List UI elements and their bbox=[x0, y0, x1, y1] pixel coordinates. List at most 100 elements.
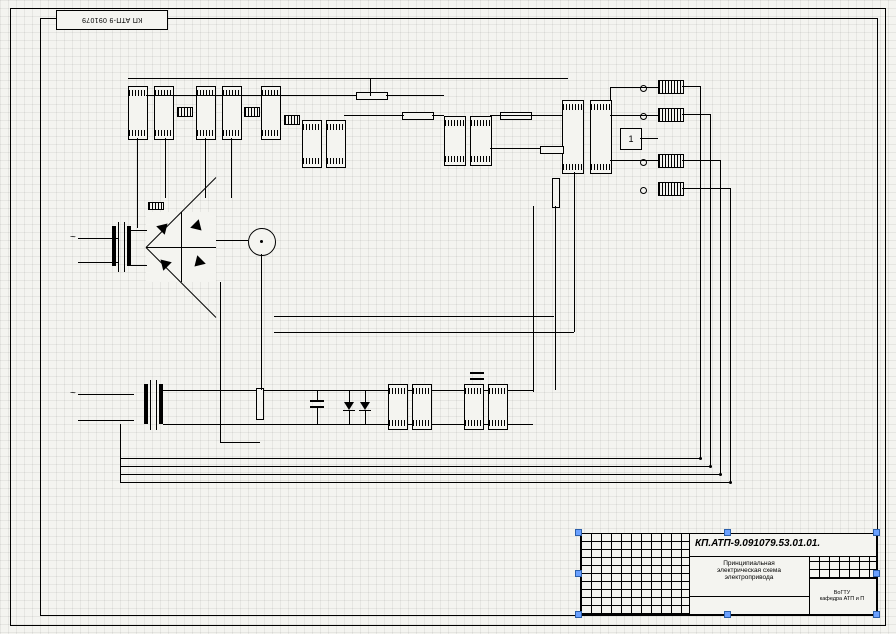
resistor-r4b bbox=[540, 146, 564, 154]
diode-lead1 bbox=[349, 390, 350, 402]
trafo2-core1 bbox=[150, 380, 151, 430]
diode-lead2b bbox=[365, 411, 366, 424]
selection-handle[interactable] bbox=[873, 529, 880, 536]
out-4 bbox=[658, 182, 684, 196]
wire-drop-a2 bbox=[165, 138, 166, 198]
drawing-code: КП.АТП-9.091079.53.01.01. bbox=[695, 538, 820, 549]
wire-return4 bbox=[120, 482, 730, 483]
cap-lead1 bbox=[317, 390, 318, 400]
wire-ac2-top bbox=[78, 394, 134, 395]
trafo1-sec bbox=[127, 226, 131, 266]
wire-fb3 bbox=[720, 160, 721, 474]
selection-handle[interactable] bbox=[724, 611, 731, 618]
titleblock-grid-left bbox=[581, 534, 689, 614]
block-f2 bbox=[412, 384, 432, 430]
wire-mid-right-v bbox=[574, 172, 575, 332]
block-c2 bbox=[326, 120, 346, 168]
wire-g-long bbox=[533, 206, 534, 384]
title-block[interactable]: КП.АТП-9.091079.53.01.01. Принципиальная… bbox=[580, 533, 877, 615]
wire-top-drop1 bbox=[370, 78, 371, 96]
wire-top-bus bbox=[128, 78, 568, 79]
wire-to-out1v bbox=[610, 87, 611, 100]
stamp-top-left: КП АТП-9 091079 bbox=[56, 10, 168, 30]
block-c1 bbox=[302, 120, 322, 168]
wire-mid1r bbox=[432, 115, 444, 116]
out-3 bbox=[658, 154, 684, 168]
wire-bridge-down bbox=[220, 282, 221, 442]
selection-handle[interactable] bbox=[873, 611, 880, 618]
wire-e-to-out3 bbox=[610, 160, 658, 161]
diode-lead1b bbox=[349, 411, 350, 424]
trafo1-core2 bbox=[124, 222, 125, 272]
wire-o1h bbox=[682, 86, 700, 87]
out-1 bbox=[658, 80, 684, 94]
wire-drop-a bbox=[137, 138, 138, 228]
selection-handle[interactable] bbox=[724, 529, 731, 536]
wire-ac2-bot bbox=[78, 420, 134, 421]
drawing-canvas: КП АТП-9 091079 bbox=[0, 0, 896, 634]
wire-return1 bbox=[120, 458, 700, 459]
titleblock-grid-right bbox=[809, 556, 876, 578]
trafo1-pri bbox=[112, 226, 116, 266]
wire-fb2 bbox=[710, 114, 711, 466]
wire-drop-a3 bbox=[205, 138, 206, 198]
resistor-shunt bbox=[256, 388, 264, 420]
resistor-r1 bbox=[356, 92, 388, 100]
diode-icon bbox=[344, 402, 354, 410]
cap2-top bbox=[470, 372, 484, 374]
trafo1-core1 bbox=[118, 222, 119, 272]
selection-handle[interactable] bbox=[575, 611, 582, 618]
node-fb3 bbox=[719, 473, 722, 476]
block-g2 bbox=[488, 384, 508, 430]
block-a1 bbox=[128, 86, 148, 140]
wire-return-up bbox=[120, 424, 121, 482]
coupling-pwr bbox=[148, 202, 164, 210]
block-g1 bbox=[464, 384, 484, 430]
drawing-title: Принципиальная электрическая схема элект… bbox=[693, 560, 805, 581]
node-o4 bbox=[640, 187, 647, 194]
wire-mid1 bbox=[344, 115, 404, 116]
coupling-b2 bbox=[284, 115, 300, 125]
resistor-r3 bbox=[500, 112, 532, 120]
out-2 bbox=[658, 108, 684, 122]
trafo2-core2 bbox=[156, 380, 157, 430]
node-fb4 bbox=[729, 481, 732, 484]
block-d2 bbox=[470, 116, 492, 166]
selection-handle[interactable] bbox=[575, 529, 582, 536]
wire-g-up bbox=[533, 384, 534, 392]
node-fb1 bbox=[699, 457, 702, 460]
wire-mid-long2 bbox=[274, 332, 574, 333]
resistor-r2 bbox=[402, 112, 434, 120]
selection-handle[interactable] bbox=[873, 570, 880, 577]
wire-top-bus2r bbox=[386, 95, 444, 96]
ac-source-icon-2: ~ bbox=[70, 388, 76, 399]
resistor-r4 bbox=[552, 178, 560, 208]
selection-handle[interactable] bbox=[575, 570, 582, 577]
logic-one: 1 bbox=[620, 128, 642, 150]
wire-e-long bbox=[555, 206, 556, 390]
node-motor bbox=[260, 240, 263, 243]
ac-source-icon: ~ bbox=[70, 232, 76, 243]
organization: ВоГТУ кафедра АТП и П bbox=[811, 590, 873, 602]
block-e2 bbox=[590, 100, 612, 174]
cap2-bot bbox=[470, 378, 484, 380]
wire-ground-link bbox=[220, 442, 260, 443]
block-e1 bbox=[562, 100, 584, 174]
wire-drop-b1 bbox=[231, 138, 232, 198]
logic-one-label: 1 bbox=[628, 134, 633, 144]
wire-t1-a bbox=[131, 230, 147, 231]
wire-fb1 bbox=[700, 86, 701, 458]
wire-mid2 bbox=[490, 115, 562, 116]
coupling-a bbox=[177, 107, 193, 117]
wire-mid3 bbox=[490, 148, 540, 149]
capacitor-top bbox=[310, 400, 324, 402]
wire-fb4 bbox=[730, 188, 731, 482]
wire-top-bus2 bbox=[146, 95, 356, 96]
wire-e-to-out2 bbox=[610, 115, 658, 116]
bridge-vmid bbox=[181, 212, 182, 282]
block-d1 bbox=[444, 116, 466, 166]
coupling-b1 bbox=[244, 107, 260, 117]
wire-to-out1 bbox=[610, 87, 658, 88]
trafo2-pri bbox=[144, 384, 148, 424]
wire-motor-down bbox=[261, 254, 262, 390]
